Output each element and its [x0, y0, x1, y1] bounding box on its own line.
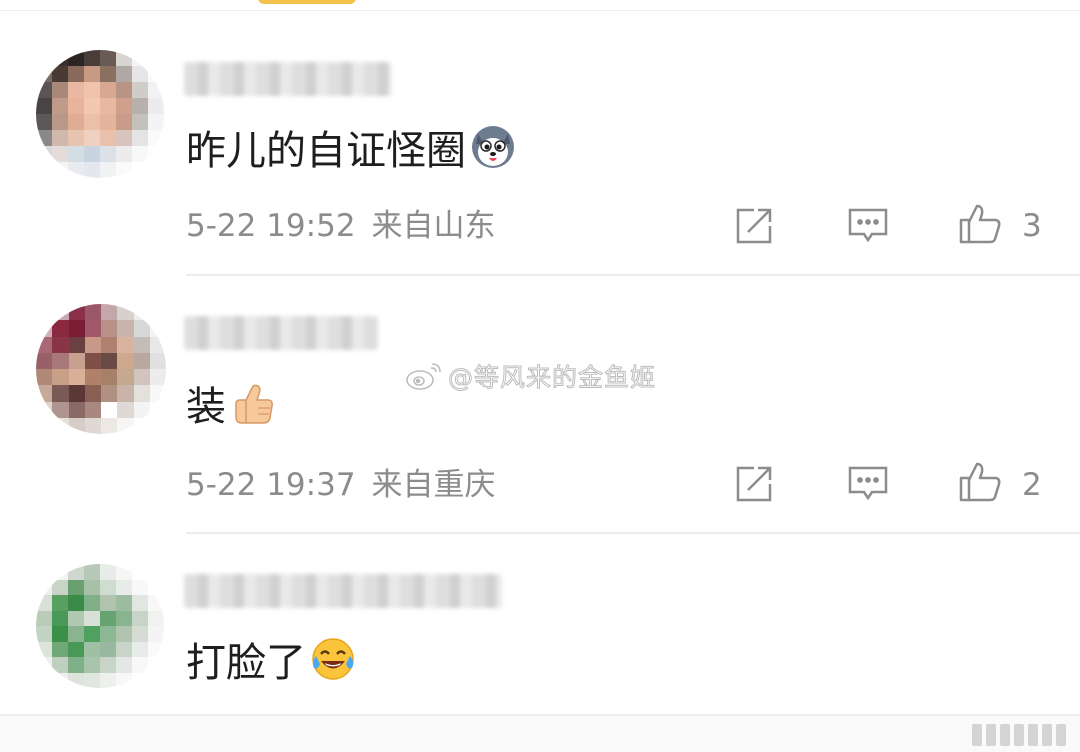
like-button[interactable]	[958, 460, 1002, 504]
watermark: @等风来的金鱼姬	[404, 358, 656, 394]
comment-list-screen: 昨儿的自证怪圈 5-22 19:52 来自山东 3 装 5-22 19:37 来…	[0, 0, 1080, 752]
username-blurred[interactable]	[184, 62, 392, 96]
comment-location: 来自山东	[371, 208, 496, 244]
like-count: 3	[1022, 208, 1042, 244]
thumbs-up-icon	[959, 204, 1001, 244]
comment-meta: 5-22 19:52 来自山东	[186, 208, 496, 244]
watermark-text: @等风来的金鱼姬	[447, 363, 657, 393]
comment-location: 来自重庆	[371, 467, 496, 503]
like-count: 2	[1022, 467, 1042, 503]
comment-text-value: 打脸了	[186, 640, 306, 686]
bottom-bar	[0, 714, 1080, 752]
thumbs-up-icon	[959, 462, 1001, 502]
divider	[186, 532, 1080, 534]
reply-button[interactable]	[846, 462, 890, 506]
username-blurred[interactable]	[184, 574, 502, 608]
comment-time: 5-22 19:52	[186, 208, 356, 244]
username-blurred[interactable]	[184, 316, 378, 350]
comment-text-value: 昨儿的自证怪圈	[186, 128, 466, 174]
husky-dog-emoji	[470, 124, 516, 179]
pagination-marks	[972, 724, 1066, 746]
comment-meta: 5-22 19:37 来自重庆	[186, 467, 496, 503]
comment-text: 打脸了	[186, 636, 356, 691]
thumbs-up-emoji	[230, 382, 276, 435]
share-button[interactable]	[732, 462, 776, 506]
top-highlight-pill	[258, 0, 356, 4]
share-icon	[736, 208, 772, 244]
comment-text: 昨儿的自证怪圈	[186, 124, 516, 179]
divider	[186, 274, 1080, 276]
reply-button[interactable]	[846, 204, 890, 248]
share-icon	[736, 466, 772, 502]
weibo-icon	[406, 363, 441, 390]
comment-icon	[848, 466, 888, 501]
comment-text: 装	[186, 382, 276, 435]
share-button[interactable]	[732, 204, 776, 248]
like-button[interactable]	[958, 202, 1002, 246]
avatar[interactable]	[36, 50, 164, 178]
top-edge	[0, 0, 1080, 11]
comment-text-value: 装	[186, 384, 226, 430]
comment-time: 5-22 19:37	[186, 467, 356, 503]
avatar[interactable]	[36, 304, 166, 434]
comment-icon	[848, 208, 888, 243]
laughing-tears-emoji	[310, 636, 356, 691]
avatar[interactable]	[36, 564, 164, 688]
